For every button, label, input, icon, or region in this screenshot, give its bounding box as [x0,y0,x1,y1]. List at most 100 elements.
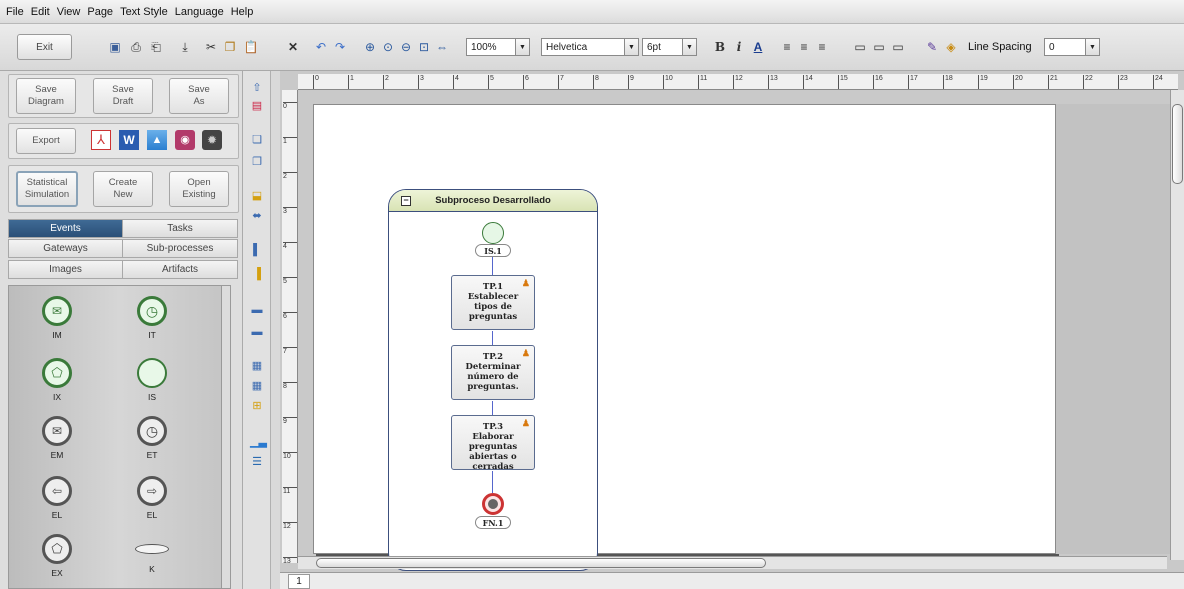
menu-file[interactable]: File [6,6,24,18]
subprocess-pool[interactable]: − Subproceso Desarrollado IS.1 ♟ TP.1 Es… [388,189,598,571]
zoom-actual-icon[interactable]: ⊙ [380,37,396,57]
exit-button[interactable]: Exit [17,34,72,60]
sequence-flow[interactable] [492,471,493,493]
word-icon[interactable]: W [119,130,139,150]
palette-item[interactable]: ◷ IT [122,296,182,340]
end-event[interactable] [482,493,504,515]
align-right-icon[interactable]: ≡ [815,37,829,57]
menu-view[interactable]: View [57,6,81,18]
fit-width-icon[interactable]: ⇔ [434,37,450,57]
palette-item[interactable]: K [122,534,182,574]
tab-images[interactable]: Images [8,260,123,279]
palette-scrollbar[interactable] [221,286,230,588]
image-icon[interactable]: ▲ [147,130,167,150]
zoom-in-icon[interactable]: ⊕ [362,37,378,57]
zoom-out-icon[interactable]: ⊖ [398,37,414,57]
same-height-icon[interactable]: ▬ [250,325,264,339]
open-existing-button[interactable]: Open Existing [169,171,229,207]
menu-help[interactable]: Help [231,6,254,18]
list-icon[interactable]: ☰ [250,455,264,469]
print-preview-icon[interactable]: ⎗ [148,37,164,57]
tab-gateways[interactable]: Gateways [8,239,123,258]
chart-icon[interactable]: ▁▃ [250,435,267,449]
create-new-button[interactable]: Create New [93,171,153,207]
camera-icon[interactable]: ◉ [175,130,195,150]
fill-color-icon[interactable]: ◈ [943,37,959,57]
tab-artifacts[interactable]: Artifacts [122,260,238,279]
tab-tasks[interactable]: Tasks [122,219,238,238]
scroll-thumb[interactable] [1172,104,1183,184]
palette-item[interactable]: ⬠ IX [27,358,87,402]
task-tp1[interactable]: ♟ TP.1 Establecer tipos de preguntas [451,275,535,330]
pdf-icon[interactable]: ⅄ [91,130,111,150]
menu-language[interactable]: Language [175,6,224,18]
menu-text-style[interactable]: Text Style [120,6,168,18]
fit-page-icon[interactable]: ⊡ [416,37,432,57]
diagram-page[interactable]: − Subproceso Desarrollado IS.1 ♟ TP.1 Es… [313,104,1056,571]
scroll-thumb[interactable] [316,558,766,568]
ungroup-icon[interactable]: ❐ [250,155,264,169]
align-center-icon[interactable]: ≡ [797,37,811,57]
vertical-scrollbar[interactable] [1170,90,1184,560]
task-tp3[interactable]: ♟ TP.3 Elaborar preguntas abiertas o cer… [451,415,535,470]
palette-item[interactable]: ⇦ EL [27,476,87,520]
same-width-icon[interactable]: ▬ [250,303,264,317]
sequence-flow[interactable] [492,331,493,345]
settings-gear-icon[interactable]: ✹ [202,130,222,150]
group-icon[interactable]: ❏ [250,133,264,147]
italic-icon[interactable]: i [732,37,746,57]
save-icon[interactable]: ▣ [107,37,123,57]
print-icon[interactable]: ⎙ [128,37,144,57]
tab-sub-processes[interactable]: Sub-processes [122,239,238,258]
valign-top-icon[interactable]: ▭ [852,37,868,57]
font-size-select[interactable]: 6pt ▼ [642,38,697,56]
distribute-v-icon[interactable]: ▦ [250,379,264,393]
cut-icon[interactable]: ✂ [203,37,219,57]
sequence-flow[interactable] [492,257,493,275]
center-objects-icon[interactable]: ⊞ [250,399,264,413]
menu-page[interactable]: Page [87,6,113,18]
undo-icon[interactable]: ↶ [313,37,329,57]
line-spacing-select[interactable]: 0 ▼ [1044,38,1100,56]
redo-icon[interactable]: ↷ [332,37,348,57]
copy-icon[interactable]: ❐ [222,37,238,57]
palette-item[interactable]: IS [122,358,182,402]
collapse-icon[interactable]: − [401,196,411,206]
palette-item[interactable]: ◷ ET [122,416,182,460]
save-as-button[interactable]: Save As [169,78,229,114]
bring-front-icon[interactable]: ⇧ [250,81,264,95]
palette-item[interactable]: ⇨ EL [122,476,182,520]
align-right-objects-icon[interactable]: ▐ [250,267,264,281]
palette-item[interactable]: ✉ EM [27,416,87,460]
valign-middle-icon[interactable]: ▭ [871,37,887,57]
palette-item[interactable]: ⬠ EX [27,534,87,578]
menu-edit[interactable]: Edit [31,6,50,18]
paste-icon[interactable]: 📋 [243,37,259,57]
delete-icon[interactable]: ✕ [285,37,301,57]
save-diagram-button[interactable]: Save Diagram [16,78,76,114]
font-select[interactable]: Helvetica ▼ [541,38,639,56]
zoom-select[interactable]: 100% ▼ [466,38,530,56]
bold-icon[interactable]: B [713,37,727,57]
download-icon[interactable]: ⤓ [177,37,193,57]
line-color-icon[interactable]: ✎ [924,37,940,57]
align-top-icon[interactable]: ⬓ [250,189,264,203]
start-event[interactable] [482,222,504,244]
sequence-flow[interactable] [492,401,493,415]
align-middle-icon[interactable]: ⬌ [250,209,264,223]
horizontal-ruler: 0 1 2 3 4 5 6 7 8 9 10 11 12 13 14 15 16 17 18 19 20 21 22 23 24 [298,74,1178,90]
page-tab[interactable]: 1 [288,574,310,589]
text-color-icon[interactable]: A [750,37,766,57]
palette-item[interactable]: ✉ IM [27,296,87,340]
statistical-simulation-button[interactable]: Statistical Simulation [16,171,78,207]
tab-events[interactable]: Events [8,219,123,238]
export-button[interactable]: Export [16,128,76,154]
align-left-icon[interactable]: ≡ [780,37,794,57]
send-back-icon[interactable]: ▤ [250,99,264,113]
align-left-objects-icon[interactable]: ▌ [250,243,264,257]
horizontal-scrollbar[interactable] [298,556,1167,569]
valign-bottom-icon[interactable]: ▭ [890,37,906,57]
task-tp2[interactable]: ♟ TP.2 Determinar número de preguntas. [451,345,535,400]
distribute-h-icon[interactable]: ▦ [250,359,264,373]
save-draft-button[interactable]: Save Draft [93,78,153,114]
